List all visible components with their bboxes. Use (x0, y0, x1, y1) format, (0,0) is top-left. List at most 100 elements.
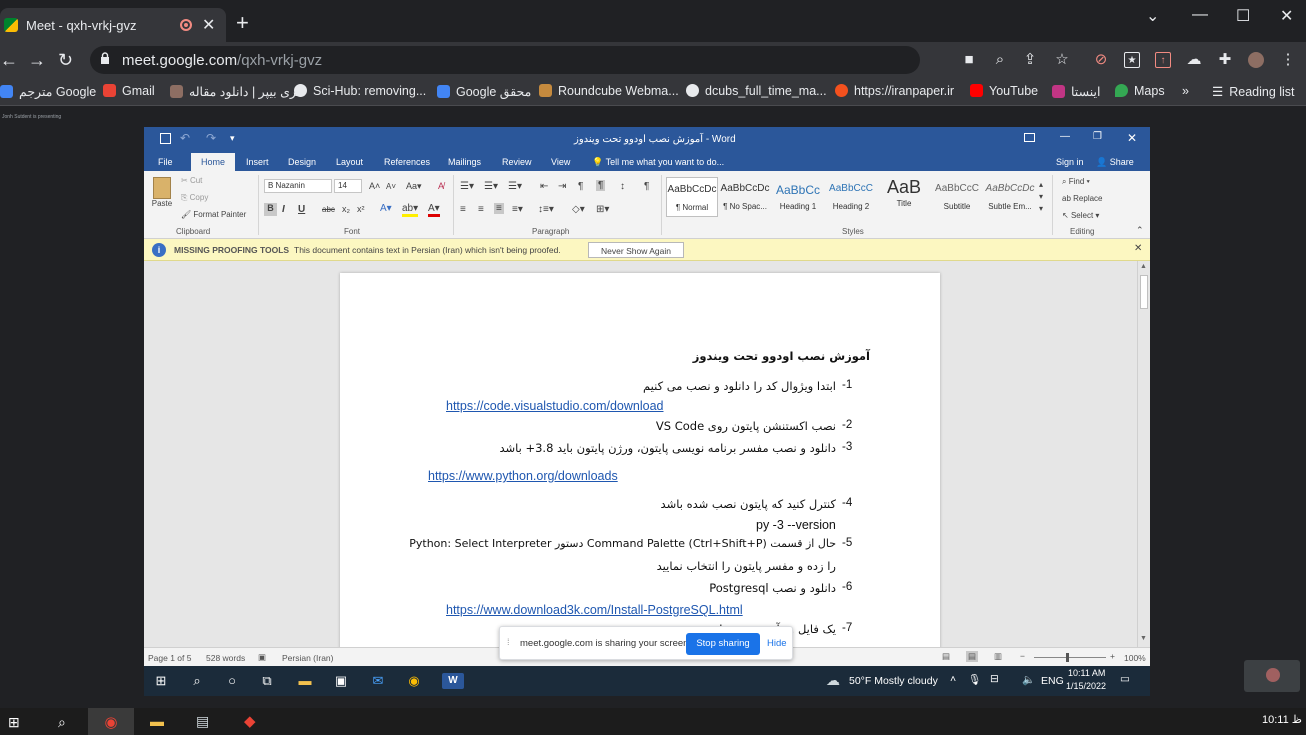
extensions-puzzle-icon[interactable]: ✚ (1217, 52, 1233, 68)
change-case-icon[interactable]: Aa▾ (406, 181, 422, 192)
style-heading-1[interactable]: AaBbCc Heading 1 (772, 177, 824, 217)
bookmark-scihub[interactable]: Sci-Hub: removing... (294, 84, 426, 98)
input-language[interactable]: ENG (1041, 675, 1064, 687)
camera-icon[interactable]: ■ (961, 52, 977, 68)
style-no-spacing[interactable]: AaBbCcDc ¶ No Spac... (719, 177, 771, 217)
cloud-extension-icon[interactable]: ☁ (1186, 52, 1202, 68)
format-painter-button[interactable]: 🖌 Format Painter (181, 210, 246, 219)
zoom-level[interactable]: 100% (1124, 653, 1146, 663)
word-close-button[interactable]: ✕ (1127, 131, 1137, 145)
line-spacing-icon[interactable]: ↕≡▾ (538, 204, 554, 215)
bookmark-youtube[interactable]: YouTube (970, 84, 1038, 98)
copy-button[interactable]: ⎘ Copy (181, 193, 208, 203)
decrease-indent-icon[interactable]: ⇤ (540, 181, 548, 192)
store-icon[interactable]: ▣ (333, 673, 349, 689)
scroll-thumb[interactable] (1140, 275, 1148, 309)
scroll-down-icon[interactable]: ▼ (1140, 635, 1147, 642)
word-restore-button[interactable]: ❐ (1093, 131, 1102, 142)
style-subtle-emphasis[interactable]: AaBbCcDc Subtle Em... (984, 177, 1036, 217)
remote-clock-time[interactable]: 10:11 AM (1068, 668, 1105, 678)
language-status[interactable]: Persian (Iran) (282, 653, 334, 663)
stop-sharing-button[interactable]: Stop sharing (686, 633, 760, 655)
replace-button[interactable]: ab Replace (1062, 194, 1103, 203)
windows-start-icon[interactable]: ⊞ (153, 673, 169, 689)
tab-review[interactable]: Review (502, 157, 532, 167)
tab-view[interactable]: View (551, 157, 570, 167)
zoom-icon[interactable]: ⌕ (992, 52, 1008, 68)
local-clock[interactable]: 10:11 ظ (1262, 713, 1302, 726)
profile-avatar[interactable] (1248, 52, 1264, 68)
zoom-slider[interactable] (1034, 657, 1106, 658)
italic-button[interactable]: I (282, 204, 285, 215)
rtl-icon[interactable]: ¶ (578, 181, 583, 192)
doc-link[interactable]: https://code.visualstudio.com/download (446, 399, 664, 413)
tab-design[interactable]: Design (288, 157, 316, 167)
bookmark-google-scholar[interactable]: Google محقق (437, 84, 531, 99)
style-heading-2[interactable]: AaBbCcC Heading 2 (825, 177, 877, 217)
share-page-icon[interactable]: ⇪ (1022, 52, 1038, 68)
quick-access-customize-icon[interactable]: ▾ (230, 133, 235, 144)
address-bar[interactable]: meet.google.com/qxh-vrkj-gvz (90, 46, 920, 74)
page-count[interactable]: Page 1 of 5 (148, 653, 191, 663)
reading-list-button[interactable]: ☰ Reading list (1212, 84, 1295, 99)
strikethrough-button[interactable]: abc (322, 205, 335, 214)
font-color-icon[interactable]: A▾ (428, 203, 440, 217)
align-right-icon[interactable]: ≡ (494, 203, 504, 214)
bookmark-roundcube[interactable]: Roundcube Webma... (539, 84, 679, 98)
bookmark-maps[interactable]: Maps (1115, 84, 1165, 98)
scroll-up-icon[interactable]: ▲ (1140, 263, 1147, 270)
reload-button[interactable]: ↻ (58, 50, 73, 71)
bookmark-instagram[interactable]: اینستا (1052, 84, 1100, 99)
doc-link[interactable]: https://www.python.org/downloads (428, 469, 618, 483)
bold-button[interactable]: B (264, 203, 277, 216)
mail-icon[interactable]: ✉ (370, 673, 386, 689)
local-explorer-icon[interactable]: ▬ (150, 713, 164, 729)
tab-references[interactable]: References (384, 157, 430, 167)
shading-icon[interactable]: ◇▾ (572, 204, 585, 215)
maximize-button[interactable]: ☐ (1236, 6, 1250, 26)
vertical-scrollbar[interactable]: ▲ ▼ (1137, 261, 1150, 647)
subscript-button[interactable]: x₂ (342, 204, 350, 214)
align-left-icon[interactable]: ≡ (460, 204, 466, 215)
cut-button[interactable]: ✂ Cut (181, 176, 202, 185)
show-marks-icon[interactable]: ¶ (644, 181, 649, 192)
browser-tab-meet[interactable]: Meet - qxh-vrkj-gvz ✕ (0, 8, 226, 42)
weather-icon[interactable]: ☁ (826, 672, 840, 689)
clear-formatting-icon[interactable]: A̸ (438, 181, 444, 191)
justify-icon[interactable]: ≡▾ (512, 204, 523, 215)
microphone-icon[interactable]: 🎙 (968, 673, 981, 686)
increase-indent-icon[interactable]: ⇥ (558, 181, 566, 192)
word-minimize-button[interactable]: — (1060, 131, 1070, 142)
underline-button[interactable]: U (298, 204, 305, 215)
print-layout-icon[interactable]: ▤ (966, 651, 979, 662)
hide-button[interactable]: Hide (767, 638, 787, 649)
style-normal[interactable]: AaBbCcDc ¶ Normal (666, 177, 718, 217)
bookmark-google-translate[interactable]: مترجم Google (0, 84, 96, 99)
borders-icon[interactable]: ⊞▾ (596, 204, 609, 215)
bookmark-iranpaper[interactable]: https://iranpaper.ir (835, 84, 954, 98)
share-button[interactable]: 👤 Share (1096, 157, 1134, 168)
tab-insert[interactable]: Insert (246, 157, 269, 167)
highlight-icon[interactable]: ab▾ (402, 203, 419, 217)
zoom-out-icon[interactable]: − (1020, 651, 1025, 661)
volume-icon[interactable]: 🔈 (1022, 673, 1035, 686)
adblock-extension-icon[interactable]: ⊘ (1093, 52, 1109, 68)
paste-button[interactable]: Paste (150, 177, 174, 219)
proofing-status-icon[interactable]: ▣ (258, 652, 266, 663)
weather-text[interactable]: 50°F Mostly cloudy (849, 675, 938, 687)
never-show-again-button[interactable]: Never Show Again (588, 242, 684, 258)
minimize-button[interactable]: — (1192, 6, 1208, 24)
grow-font-icon[interactable]: A˄ (369, 181, 380, 191)
zoom-slider-thumb[interactable] (1066, 653, 1069, 662)
extension-up-icon[interactable]: ↑ (1155, 52, 1171, 68)
tab-mailings[interactable]: Mailings (448, 157, 481, 167)
multilevel-list-icon[interactable]: ☰▾ (508, 181, 522, 192)
styles-scroll-icon[interactable]: ▴ ▾ ▾ (1039, 179, 1043, 215)
network-icon[interactable]: ⊟ (990, 673, 999, 685)
numbering-icon[interactable]: ☰▾ (484, 181, 498, 192)
sign-in-link[interactable]: Sign in (1056, 157, 1084, 167)
word-taskbar-icon[interactable]: W (442, 673, 464, 689)
bookmark-star-icon[interactable]: ☆ (1054, 52, 1070, 68)
file-explorer-icon[interactable]: ▬ (297, 673, 313, 689)
close-window-button[interactable]: ✕ (1280, 6, 1293, 26)
